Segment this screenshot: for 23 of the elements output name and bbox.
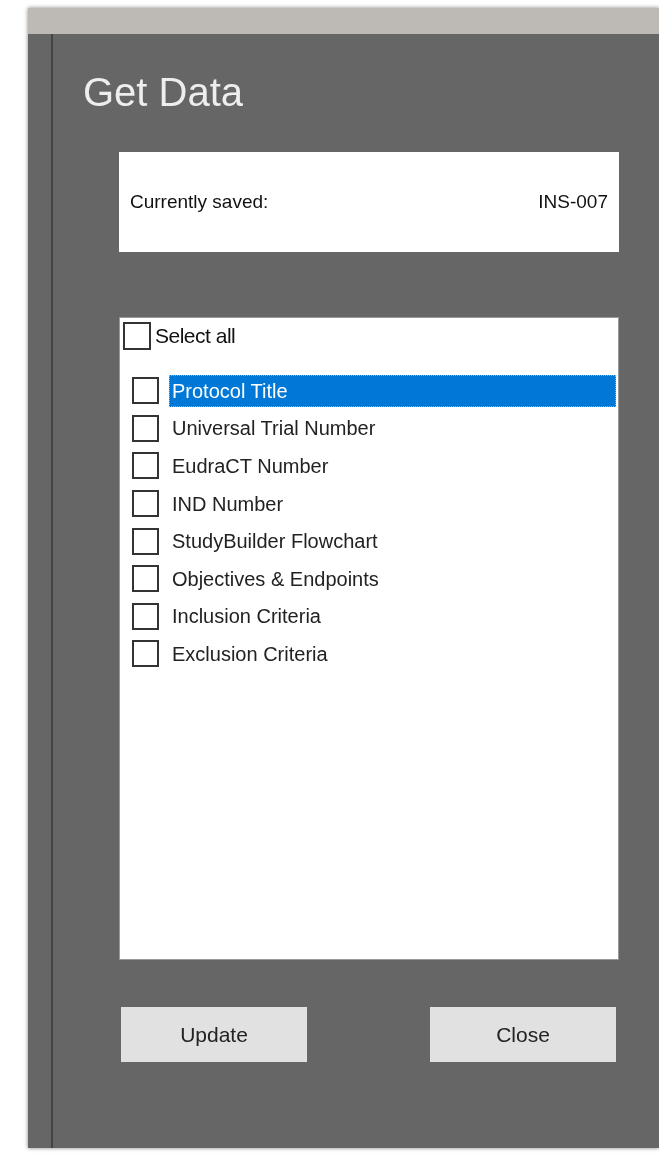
- checkbox-label: Select all: [155, 323, 236, 350]
- checkbox[interactable]: [132, 490, 159, 518]
- checkbox[interactable]: [132, 602, 159, 630]
- checkbox[interactable]: [132, 452, 159, 480]
- checkbox[interactable]: [132, 565, 159, 593]
- saved-label: Currently saved:: [130, 189, 269, 214]
- list-item[interactable]: Protocol Title: [169, 374, 616, 407]
- saved-value: INS-007: [538, 189, 608, 214]
- list-item[interactable]: Inclusion Criteria: [169, 600, 616, 633]
- dialog-button[interactable]: Close: [430, 1007, 616, 1062]
- list-item[interactable]: Universal Trial Number: [169, 412, 616, 445]
- list-item[interactable]: Exclusion Criteria: [169, 637, 616, 670]
- list-item[interactable]: Objectives & Endpoints: [169, 562, 616, 595]
- checkbox[interactable]: [132, 527, 159, 555]
- checkbox[interactable]: [132, 414, 159, 442]
- list-item[interactable]: StudyBuilder Flowchart: [169, 525, 616, 558]
- checkbox[interactable]: [132, 640, 159, 668]
- checkbox[interactable]: [123, 322, 151, 350]
- list-item[interactable]: IND Number: [169, 487, 616, 520]
- list-item[interactable]: EudraCT Number: [169, 450, 616, 482]
- dialog-button[interactable]: Update: [121, 1007, 307, 1062]
- window-title: Get Data: [83, 69, 244, 116]
- checkbox[interactable]: [132, 377, 159, 405]
